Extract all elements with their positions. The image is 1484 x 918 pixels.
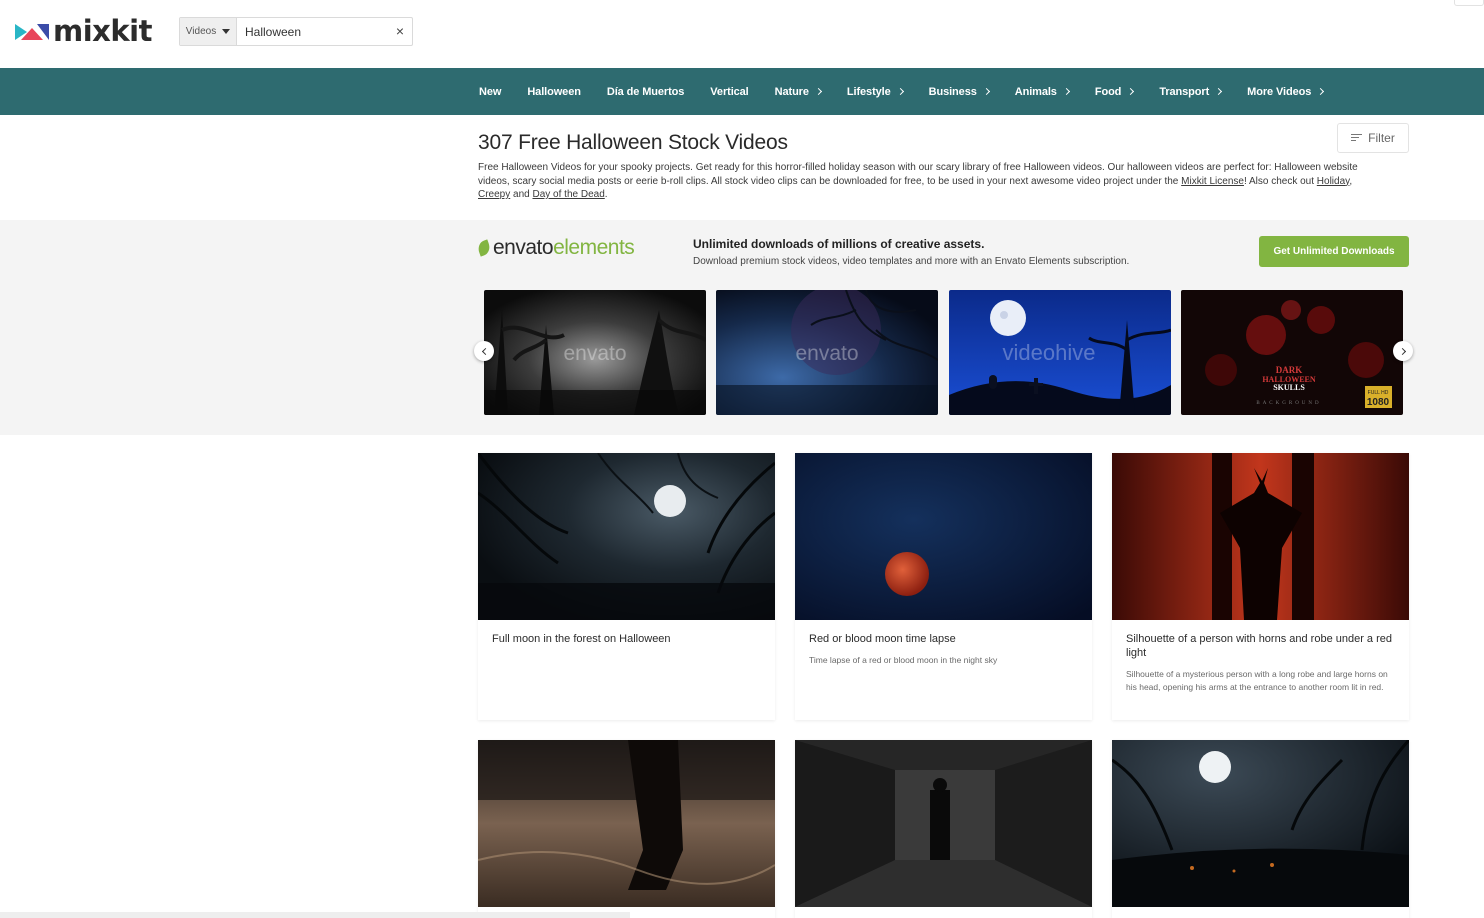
nav-item-more-videos[interactable]: More Videos bbox=[1247, 85, 1325, 98]
tile-badge-num: 1080 bbox=[1367, 397, 1390, 408]
chevron-right-icon bbox=[1215, 87, 1223, 96]
envato-logo-part1: envato bbox=[493, 236, 554, 259]
video-card[interactable] bbox=[1112, 740, 1409, 918]
tile-badge-top: FULL HD bbox=[1368, 390, 1389, 396]
filter-button[interactable]: Filter bbox=[1337, 123, 1409, 153]
nav-list: New Halloween Día de Muertos Vertical Nature… bbox=[479, 68, 1349, 115]
video-description: Silhouette of a mysterious person with a… bbox=[1126, 669, 1388, 692]
video-thumbnail bbox=[795, 740, 1092, 907]
carousel-tile[interactable]: envato bbox=[484, 290, 706, 415]
also-text: ! Also check out bbox=[1243, 175, 1317, 187]
separator: , bbox=[1349, 175, 1353, 187]
tile-watermark: envato bbox=[795, 342, 858, 365]
tile-watermark: envato bbox=[563, 342, 626, 365]
envato-elements-logo[interactable]: envato elements bbox=[475, 236, 635, 260]
chevron-right-icon bbox=[1317, 87, 1325, 96]
nav-item-d-a-de-muertos[interactable]: Día de Muertos bbox=[606, 85, 685, 98]
corner-tab bbox=[1454, 0, 1484, 6]
video-thumbnail bbox=[478, 453, 775, 620]
carousel-next-button[interactable] bbox=[1393, 341, 1413, 361]
video-card[interactable] bbox=[795, 740, 1092, 918]
video-description: Time lapse of a red or blood moon in the… bbox=[809, 655, 998, 665]
video-thumbnail bbox=[478, 740, 775, 907]
chevron-right-icon bbox=[896, 87, 904, 96]
nav-item-label: Nature bbox=[774, 85, 809, 98]
site-header: mixkit Videos × bbox=[0, 0, 1484, 68]
mixkit-logo[interactable]: mixkit bbox=[15, 14, 152, 48]
nav-item-label: Halloween bbox=[527, 85, 581, 98]
video-card[interactable] bbox=[478, 740, 775, 918]
tile-title-line1: DARK bbox=[1276, 365, 1303, 375]
search-type-label: Videos bbox=[185, 26, 217, 37]
search-type-select[interactable]: Videos bbox=[180, 18, 237, 45]
chevron-left-icon bbox=[481, 347, 489, 355]
carousel-tile[interactable]: DARK HALLOWEEN SKULLS BACKGROUND FULL HD… bbox=[1181, 290, 1403, 415]
nav-item-vertical[interactable]: Vertical bbox=[710, 86, 748, 98]
holiday-link[interactable]: Holiday bbox=[1317, 176, 1350, 187]
search-bar: Videos × bbox=[179, 17, 413, 46]
nav-item-label: Animals bbox=[1014, 85, 1057, 98]
nav-item-label: Food bbox=[1094, 85, 1122, 98]
nav-item-nature[interactable]: Nature bbox=[774, 85, 822, 98]
envato-headline: Unlimited downloads of millions of creat… bbox=[693, 237, 985, 251]
page-title: 307 Free Halloween Stock Videos bbox=[478, 131, 788, 154]
tile-sub: BACKGROUND bbox=[1256, 401, 1321, 406]
video-title[interactable] bbox=[1112, 907, 1409, 918]
day-of-the-dead-link[interactable]: Day of the Dead bbox=[533, 189, 605, 200]
carousel-prev-button[interactable] bbox=[474, 341, 494, 361]
filter-label: Filter bbox=[1368, 131, 1395, 145]
separator: . bbox=[604, 189, 608, 200]
envato-logo-part2: elements bbox=[553, 236, 635, 259]
video-description bbox=[478, 646, 775, 654]
nav-item-label: Transport bbox=[1159, 85, 1210, 98]
creepy-link[interactable]: Creepy bbox=[478, 189, 510, 200]
tile-watermark: videohive bbox=[1003, 340, 1096, 365]
video-title[interactable]: Silhouette of a person with horns and ro… bbox=[1112, 620, 1409, 660]
video-title[interactable] bbox=[795, 907, 1092, 918]
clear-search-icon[interactable]: × bbox=[396, 23, 404, 39]
carousel-tile[interactable]: videohive bbox=[949, 290, 1171, 415]
nav-item-label: Vertical bbox=[710, 85, 749, 98]
nav-item-halloween[interactable]: Halloween bbox=[527, 86, 581, 98]
nav-item-business[interactable]: Business bbox=[928, 85, 990, 98]
video-thumbnail bbox=[795, 453, 1092, 620]
video-thumbnail bbox=[1112, 740, 1409, 907]
nav-item-transport[interactable]: Transport bbox=[1159, 85, 1223, 98]
caret-down-icon bbox=[222, 29, 231, 34]
envato-subline: Download premium stock videos, video tem… bbox=[693, 256, 1130, 267]
nav-item-lifestyle[interactable]: Lifestyle bbox=[846, 85, 904, 98]
chevron-right-icon bbox=[1398, 347, 1406, 355]
nav-item-label: Business bbox=[928, 85, 977, 98]
video-title[interactable]: Red or blood moon time lapse bbox=[795, 620, 1092, 646]
filter-icon bbox=[1351, 134, 1363, 142]
nav-item-label: Lifestyle bbox=[846, 85, 891, 98]
video-card[interactable]: Red or blood moon time lapse Time lapse … bbox=[795, 453, 1092, 720]
intro-paragraph: Free Halloween Videos for your spooky pr… bbox=[478, 161, 1358, 202]
nav-item-new[interactable]: New bbox=[479, 86, 501, 98]
chevron-right-icon bbox=[1127, 87, 1135, 96]
video-card[interactable]: Silhouette of a person with horns and ro… bbox=[1112, 453, 1409, 720]
chevron-right-icon bbox=[814, 87, 822, 96]
nav-item-animals[interactable]: Animals bbox=[1014, 85, 1070, 98]
chevron-right-icon bbox=[982, 87, 990, 96]
get-unlimited-downloads-button[interactable]: Get Unlimited Downloads bbox=[1259, 236, 1409, 267]
search-input[interactable] bbox=[245, 18, 385, 45]
nav-item-label: Día de Muertos bbox=[606, 85, 685, 98]
video-title[interactable]: Full moon in the forest on Halloween bbox=[478, 620, 775, 646]
video-card[interactable]: Full moon in the forest on Halloween bbox=[478, 453, 775, 720]
mixkit-logo-icon bbox=[15, 24, 49, 40]
chevron-right-icon bbox=[1062, 87, 1070, 96]
carousel-tile[interactable]: envato bbox=[716, 290, 938, 415]
status-strip bbox=[0, 912, 630, 918]
tile-title-line3: SKULLS bbox=[1273, 383, 1305, 392]
envato-leaf-icon bbox=[475, 239, 493, 257]
separator: and bbox=[510, 189, 533, 200]
category-nav: New Halloween Día de Muertos Vertical Nature… bbox=[0, 68, 1484, 115]
nav-item-food[interactable]: Food bbox=[1094, 85, 1135, 98]
logo-text: mixkit bbox=[53, 14, 152, 48]
video-thumbnail bbox=[1112, 453, 1409, 620]
nav-item-label: More Videos bbox=[1247, 85, 1312, 98]
license-link[interactable]: Mixkit License bbox=[1181, 176, 1244, 187]
nav-item-label: New bbox=[479, 85, 502, 98]
